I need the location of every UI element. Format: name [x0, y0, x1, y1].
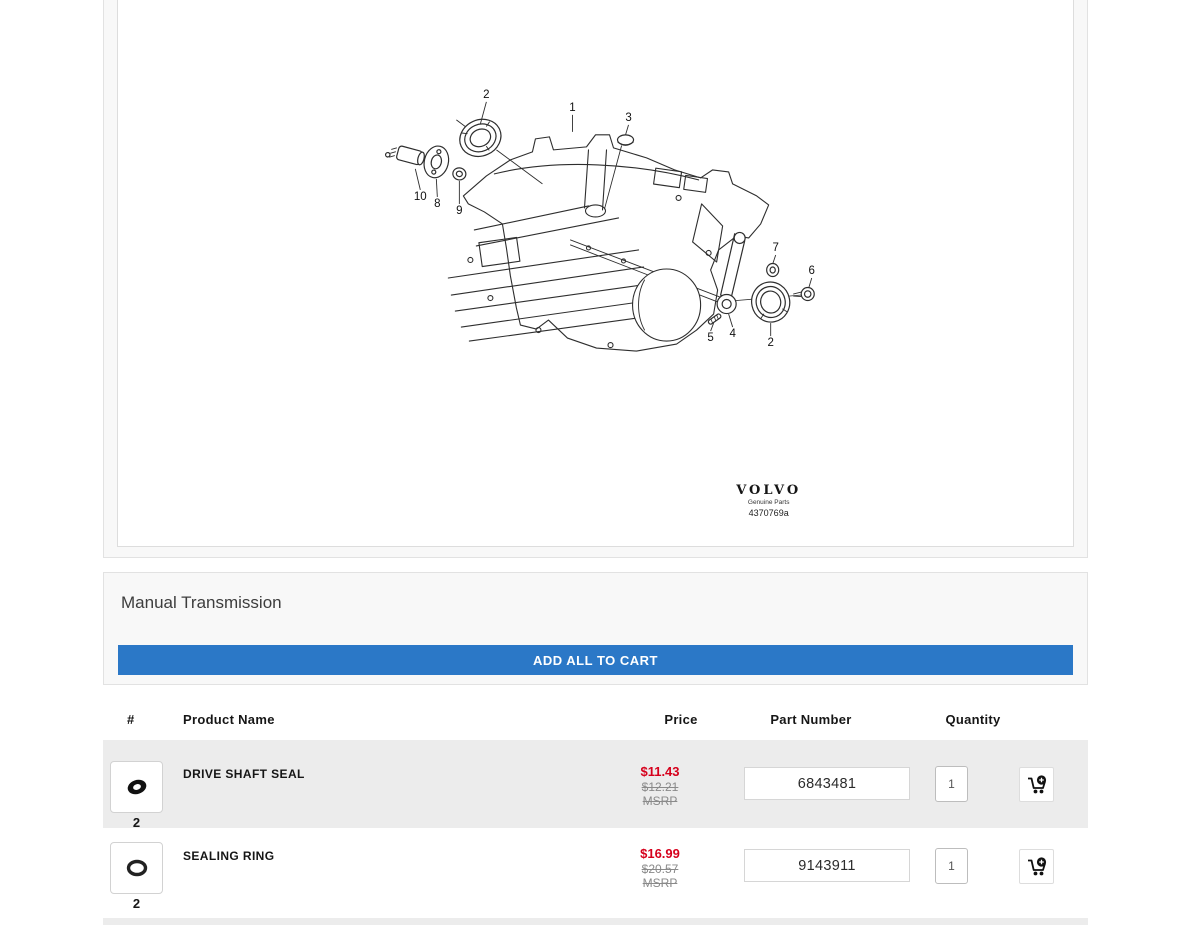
exploded-parts-left: [385, 113, 633, 184]
sale-price: $16.99: [600, 847, 720, 862]
callout-4: 4: [729, 328, 736, 340]
cart-plus-icon: [1026, 856, 1048, 878]
section-title: Manual Transmission: [121, 593, 282, 613]
msrp-label: MSRP: [600, 876, 720, 891]
genuine-parts-label: Genuine Parts: [748, 499, 790, 506]
callout-6: 6: [809, 265, 815, 277]
volvo-logo: VOLVO Genuine Parts 4370769a: [735, 483, 801, 518]
table-header-row: # Product Name Price Part Number Quantit…: [103, 700, 1088, 740]
volvo-wordmark: VOLVO: [735, 483, 801, 498]
product-thumbnail[interactable]: [110, 842, 163, 894]
figure-code: 4370769a: [749, 508, 789, 518]
price-block: $11.43 $12.21 MSRP: [600, 765, 720, 809]
callout-3: 3: [625, 112, 631, 124]
parts-table: # Product Name Price Part Number Quantit…: [103, 700, 1088, 925]
msrp-price: $12.21: [600, 780, 720, 795]
sale-price: $11.43: [600, 765, 720, 780]
add-to-cart-button[interactable]: [1019, 767, 1054, 802]
sealing-ring-icon: [122, 855, 152, 881]
section-panel: Manual Transmission ADD ALL TO CART: [103, 572, 1088, 685]
drive-shaft-seal-icon: [122, 774, 152, 800]
header-index: #: [127, 712, 135, 727]
quantity-input[interactable]: [935, 848, 968, 884]
diagram-panel: 2 1 3 10 8 9 7 6 5 4 2 VOLVO Genuine Par…: [103, 0, 1088, 558]
callout-8: 8: [434, 198, 440, 210]
header-quantity: Quantity: [913, 712, 1033, 727]
header-part-number: Part Number: [751, 712, 871, 727]
callout-5: 5: [707, 332, 713, 344]
table-row: 2 DRIVE SHAFT SEAL $11.43 $12.21 MSRP 68…: [103, 740, 1088, 828]
gearbox-body-drawing: [448, 135, 768, 351]
parts-catalog-page: { "diagram": { "figure_code": "4370769a"…: [0, 0, 1200, 925]
part-number-button[interactable]: 6843481: [744, 767, 910, 800]
diagram-ref-number: 2: [110, 896, 163, 911]
msrp-label: MSRP: [600, 794, 720, 809]
price-block: $16.99 $20.57 MSRP: [600, 847, 720, 891]
msrp-price: $20.57: [600, 862, 720, 877]
product-thumbnail[interactable]: [110, 761, 163, 813]
header-price: Price: [621, 712, 741, 727]
table-row: 2 SEALING RING $16.99 $20.57 MSRP 914391…: [103, 828, 1088, 918]
callout-7: 7: [772, 242, 778, 254]
callout-9: 9: [456, 205, 462, 217]
part-number-button[interactable]: 9143911: [744, 849, 910, 882]
cart-plus-icon: [1026, 774, 1048, 796]
quantity-input[interactable]: [935, 766, 968, 802]
add-to-cart-button[interactable]: [1019, 849, 1054, 884]
next-row-edge: [103, 918, 1088, 925]
add-all-to-cart-button[interactable]: ADD ALL TO CART: [118, 645, 1073, 675]
callout-1: 1: [569, 102, 575, 114]
callout-10: 10: [414, 191, 427, 203]
callout-2-left: 2: [483, 89, 489, 101]
product-name: DRIVE SHAFT SEAL: [183, 767, 305, 781]
transmission-exploded-diagram: 2 1 3 10 8 9 7 6 5 4 2 VOLVO Genuine Par…: [118, 0, 1073, 546]
callout-2-right: 2: [767, 337, 773, 349]
header-product-name: Product Name: [183, 712, 275, 727]
product-name: SEALING RING: [183, 849, 274, 863]
diagram-canvas: 2 1 3 10 8 9 7 6 5 4 2 VOLVO Genuine Par…: [117, 0, 1074, 547]
